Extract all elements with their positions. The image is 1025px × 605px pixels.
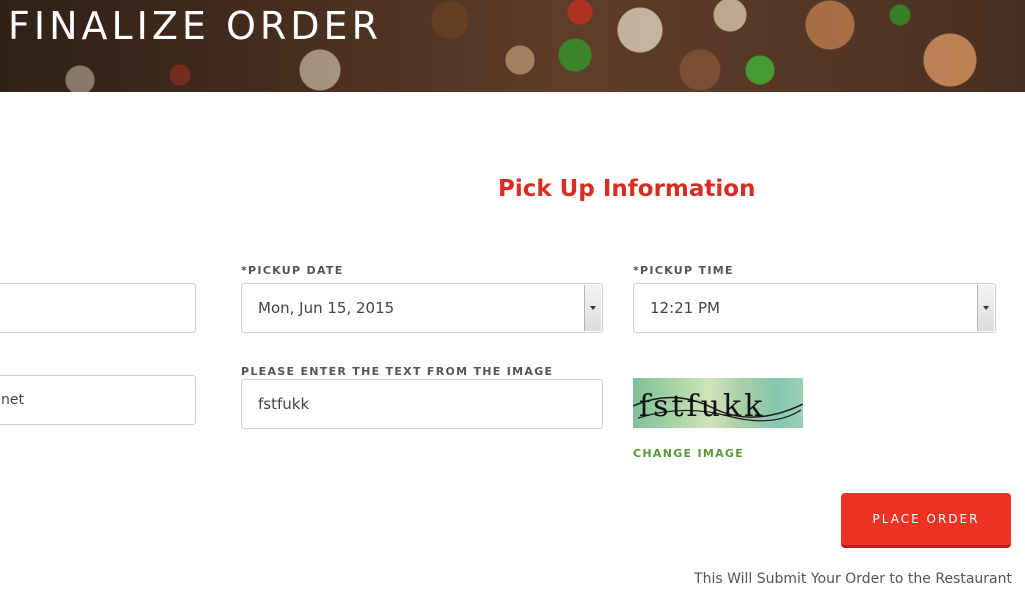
header-banner: FINALIZE ORDER — [0, 0, 1025, 92]
pickup-section-title: Pick Up Information — [498, 176, 756, 202]
pickup-time-select[interactable]: 12:21 PM — [633, 283, 996, 333]
pickup-time-value: 12:21 PM — [650, 299, 720, 317]
partial-left-field-1[interactable] — [0, 283, 196, 333]
chevron-down-icon[interactable] — [584, 285, 601, 331]
pickup-date-label: *PICKUP DATE — [241, 264, 344, 277]
chevron-down-icon[interactable] — [977, 285, 994, 331]
pickup-time-label: *PICKUP TIME — [633, 264, 734, 277]
finalize-order-page: FINALIZE ORDER Pick Up Information net *… — [0, 0, 1025, 605]
place-order-button[interactable]: PLACE ORDER — [841, 493, 1011, 545]
pickup-date-select[interactable]: Mon, Jun 15, 2015 — [241, 283, 603, 333]
captcha-image: fstfukk — [633, 378, 803, 428]
partial-left-field-2-value: net — [1, 392, 24, 408]
partial-left-field-2[interactable]: net — [0, 375, 196, 425]
submit-footnote: This Will Submit Your Order to the Resta… — [694, 571, 1012, 587]
pickup-date-value: Mon, Jun 15, 2015 — [258, 299, 395, 317]
change-image-link[interactable]: CHANGE IMAGE — [633, 447, 744, 460]
captcha-input[interactable]: fstfukk — [241, 379, 603, 429]
captcha-input-value: fstfukk — [258, 395, 310, 413]
captcha-label: PLEASE ENTER THE TEXT FROM THE IMAGE — [241, 365, 554, 378]
captcha-text: fstfukk — [639, 389, 765, 424]
captcha-graphic: fstfukk — [633, 389, 803, 424]
page-title: FINALIZE ORDER — [8, 4, 382, 48]
